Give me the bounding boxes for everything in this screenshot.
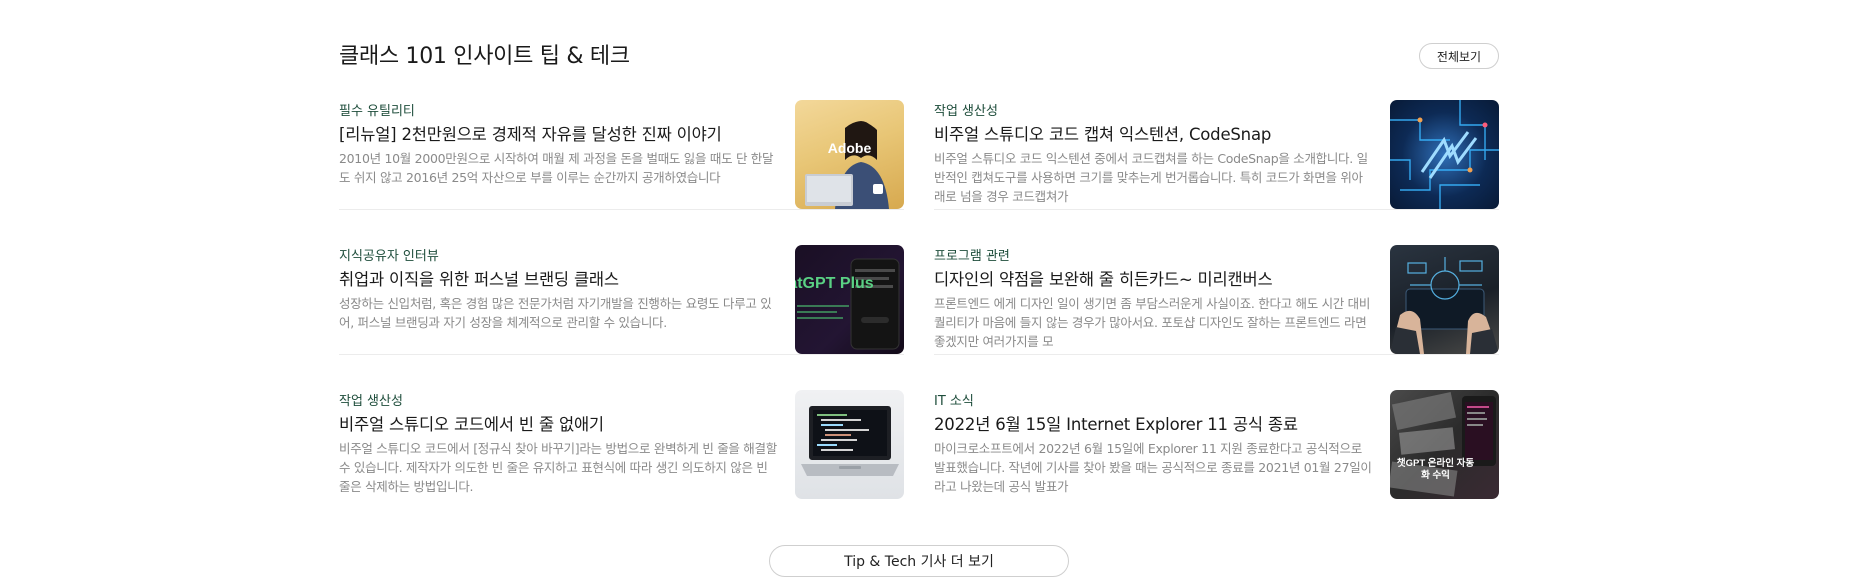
article-category: IT 소식 — [934, 394, 974, 409]
article-card[interactable]: 프로그램 관련 디자인의 약점을 보완해 줄 히든카드~ 미리캔버스 프론트엔드… — [934, 245, 1499, 355]
article-description: 마이크로소프트에서 2022년 6월 15일에 Explorer 11 지원 종… — [934, 441, 1372, 494]
money-phone-image — [1390, 392, 1496, 497]
article-description: 성장하는 신입처럼, 혹은 경험 많은 전문가처럼 자기개발을 진행하는 요령도… — [339, 296, 772, 330]
article-thumbnail[interactable] — [1390, 100, 1499, 209]
article-card[interactable]: IT 소식 2022년 6월 15일 Internet Explorer 11 … — [934, 390, 1499, 500]
article-title[interactable]: 취업과 이직을 위한 퍼스널 브랜딩 클래스 — [339, 266, 619, 290]
circuit-image — [1390, 100, 1499, 209]
article-title[interactable]: [리뉴얼] 2천만원으로 경제적 자유를 달성한 진짜 이야기 — [339, 121, 722, 145]
article-thumbnail[interactable] — [1390, 245, 1499, 354]
divider — [339, 209, 904, 210]
more-articles-button[interactable]: Tip & Tech 기사 더 보기 — [769, 545, 1069, 577]
article-category: 지식공유자 인터뷰 — [339, 249, 439, 264]
divider — [339, 354, 904, 355]
article-description: 비주얼 스튜디오 코드에서 [정규식 찾아 바꾸기]라는 방법으로 완벽하게 빈… — [339, 441, 777, 494]
article-thumbnail[interactable]: ChatGPT Plus — [795, 245, 904, 354]
thumbnail-text: 챗GPT 온라인 자동화 수익 — [1396, 458, 1475, 481]
hands-tablet-image — [1390, 257, 1499, 354]
article-thumbnail[interactable]: Adobe — [795, 100, 904, 209]
article-title[interactable]: 2022년 6월 15일 Internet Explorer 11 공식 종료 — [934, 411, 1298, 435]
article-card[interactable]: 작업 생산성 비주얼 스튜디오 코드 캡쳐 익스텐션, CodeSnap 비주얼… — [934, 100, 1499, 210]
divider — [934, 209, 1499, 210]
article-title[interactable]: 비주얼 스튜디오 코드 캡쳐 익스텐션, CodeSnap — [934, 121, 1271, 145]
article-description: 2010년 10월 2000만원으로 시작하여 매월 제 과정을 돈을 벌때도 … — [339, 151, 774, 185]
article-card[interactable]: 작업 생산성 비주얼 스튜디오 코드에서 빈 줄 없애기 비주얼 스튜디오 코드… — [339, 390, 904, 500]
article-thumbnail[interactable] — [795, 390, 904, 499]
tips-tech-section: 클래스 101 인사이트 팁 & 테크 전체보기 필수 유틸리티 [리뉴얼] 2… — [339, 0, 1499, 586]
article-title[interactable]: 비주얼 스튜디오 코드에서 빈 줄 없애기 — [339, 411, 604, 435]
article-thumbnail[interactable]: 챗GPT 온라인 자동화 수익 — [1390, 390, 1499, 499]
divider — [934, 354, 1499, 355]
phone-screen-image — [797, 258, 900, 350]
thumbnail-text: Adobe — [827, 140, 872, 156]
thumbnail-text: ChatGPT Plus — [795, 275, 874, 292]
article-card[interactable]: 지식공유자 인터뷰 취업과 이직을 위한 퍼스널 브랜딩 클래스 성장하는 신입… — [339, 245, 904, 355]
article-category: 필수 유틸리티 — [339, 104, 415, 119]
article-title[interactable]: 디자인의 약점을 보완해 줄 히든카드~ 미리캔버스 — [934, 266, 1273, 290]
section-title: 클래스 101 인사이트 팁 & 테크 — [339, 44, 630, 69]
laptop-code-image — [801, 406, 899, 476]
article-description: 비주얼 스튜디오 코드 익스텐션 중에서 코드캡쳐를 하는 CodeSnap을 … — [934, 151, 1368, 204]
article-category: 프로그램 관련 — [934, 249, 1010, 264]
article-category: 작업 생산성 — [934, 104, 998, 119]
article-category: 작업 생산성 — [339, 394, 403, 409]
article-card[interactable]: 필수 유틸리티 [리뉴얼] 2천만원으로 경제적 자유를 달성한 진짜 이야기 … — [339, 100, 904, 210]
article-description: 프론트엔드 에게 디자인 일이 생기면 좀 부담스러운게 사실이죠. 한다고 해… — [934, 296, 1371, 349]
view-all-button[interactable]: 전체보기 — [1419, 43, 1499, 69]
